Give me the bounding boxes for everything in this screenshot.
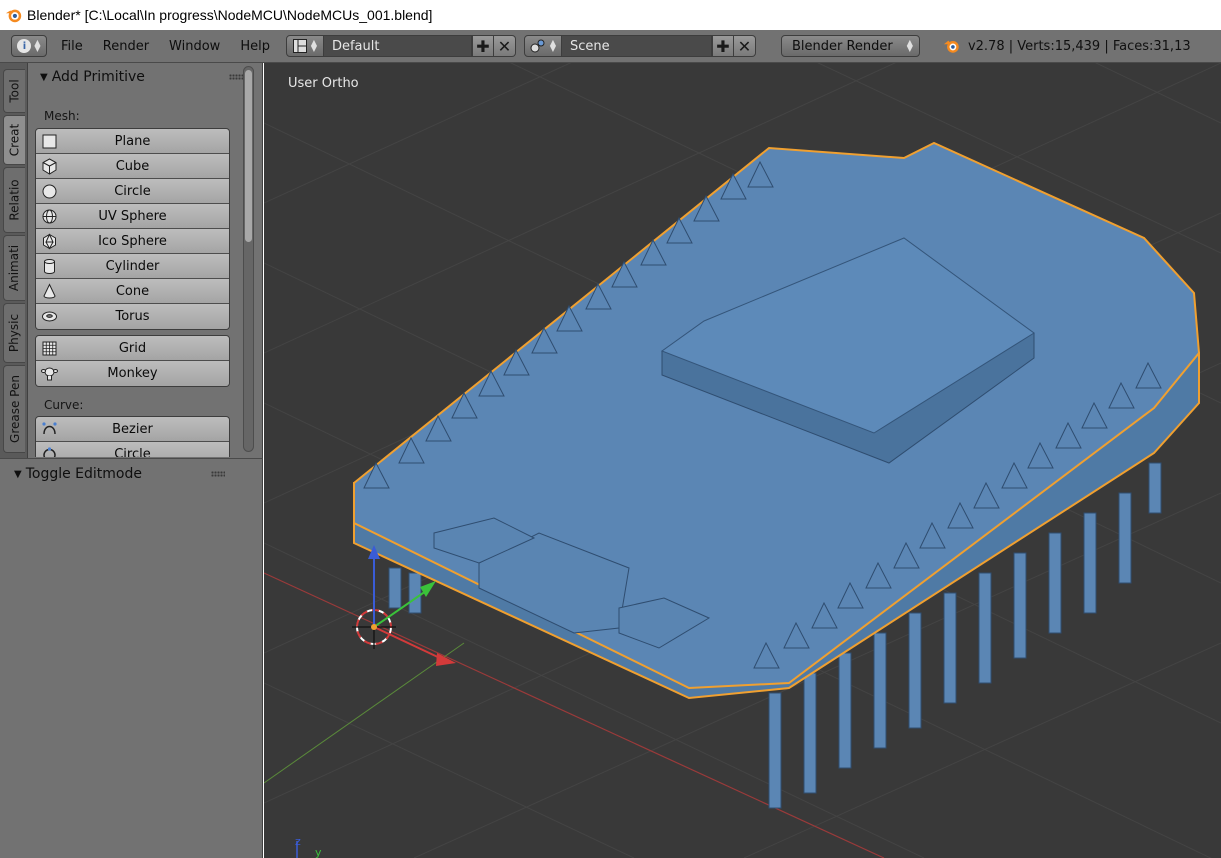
viewport-canvas[interactable]: z y (264, 63, 1221, 858)
tool-shelf: ▼ Add Primitive Mesh: Plane Cube Circle … (28, 63, 263, 458)
render-engine-label: Blender Render (791, 38, 893, 54)
drag-grip-icon[interactable] (229, 74, 243, 80)
add-circle-button[interactable]: Circle (36, 179, 229, 204)
add-layout-button[interactable]: ✚ (471, 35, 494, 57)
plus-icon: ✚ (716, 36, 730, 56)
ico-sphere-icon (43, 233, 56, 250)
view-mode-label: User Ortho (288, 76, 359, 91)
screen-layout-picker: ▲ ▼ Default ✚ ✕ (285, 35, 516, 57)
drag-grip-icon[interactable] (211, 471, 225, 477)
add-cube-button[interactable]: Cube (36, 154, 229, 179)
axis-y-label: y (315, 846, 322, 858)
nodemcu-model[interactable] (353, 141, 1201, 809)
scene-icon (530, 39, 545, 53)
add-cylinder-button[interactable]: Cylinder (36, 254, 229, 279)
screen-layout-field[interactable]: Default (323, 35, 472, 57)
toggle-editmode-panel-header[interactable]: ▼ Toggle Editmode (2, 461, 237, 487)
cylinder-icon (44, 259, 55, 274)
window-title: Blender* [C:\Local\In progress\NodeMCU\N… (27, 7, 433, 23)
add-cone-button[interactable]: Cone (36, 279, 229, 304)
tool-shelf-scrollbar[interactable] (243, 66, 254, 452)
torus-icon (42, 311, 57, 322)
info-header: i ▲ ▼ File Render Window Help ▲ ▼ Default … (0, 30, 1221, 63)
blender-logo-icon (5, 9, 22, 23)
updown-arrows-icon: ▲ ▼ (310, 38, 318, 53)
scene-stats: v2.78 | Verts:15,439 | Faces:31,13 (967, 38, 1191, 54)
menu-help[interactable]: Help (240, 39, 270, 54)
updown-arrows-icon: ▲ ▼ (906, 38, 913, 53)
updown-arrows-icon: ▲ ▼ (549, 38, 557, 53)
add-uv-sphere-button[interactable]: UV Sphere (36, 204, 229, 229)
tab-create[interactable]: Creat (3, 115, 25, 165)
curve-label: Curve: (44, 398, 84, 412)
delete-scene-button[interactable]: ✕ (733, 35, 756, 57)
add-scene-button[interactable]: ✚ (711, 35, 734, 57)
add-torus-button[interactable]: Torus (36, 304, 229, 329)
uv-sphere-icon (42, 209, 57, 224)
grid-icon (42, 341, 57, 356)
curve-buttons-group: Bezier Circle (35, 416, 230, 457)
plus-icon: ✚ (476, 36, 490, 56)
collapse-triangle-icon: ▼ (40, 71, 48, 83)
tab-animation[interactable]: Animati (3, 235, 25, 301)
close-icon: ✕ (497, 36, 512, 56)
info-icon: i (17, 39, 32, 53)
tab-grease-pencil[interactable]: Grease Pen (3, 365, 25, 453)
cone-icon (43, 283, 56, 299)
cube-icon (42, 158, 57, 175)
editor-type-button[interactable]: i ▲ ▼ (11, 35, 47, 57)
window-titlebar: Blender* [C:\Local\In progress\NodeMCU\N… (0, 0, 1221, 30)
add-curve-circle-button[interactable]: Circle (36, 442, 229, 457)
panel-title: Add Primitive (51, 69, 145, 85)
layout-grid-icon (292, 39, 307, 53)
axis-z-label: z (295, 835, 301, 848)
render-engine-select[interactable]: Blender Render ▲ ▼ (780, 35, 920, 57)
monkey-icon (41, 367, 58, 381)
scene-button[interactable]: ▲ ▼ (523, 35, 562, 57)
menu-window[interactable]: Window (169, 39, 220, 54)
close-icon: ✕ (737, 36, 752, 56)
operator-panel: ▼ Toggle Editmode (0, 458, 263, 858)
tab-tool[interactable]: Tool (3, 69, 25, 113)
updown-arrows-icon: ▲ ▼ (34, 38, 41, 53)
view-axes-widget: z y (295, 835, 322, 858)
circle-icon (42, 184, 57, 199)
screen-layout-button[interactable]: ▲ ▼ (285, 35, 324, 57)
tab-relations[interactable]: Relatio (3, 167, 25, 233)
scene-field[interactable]: Scene (561, 35, 712, 57)
mesh-buttons-group: Plane Cube Circle UV Sphere Ico Sphere C… (35, 128, 230, 330)
tool-shelf-tabs: Tool Creat Relatio Animati Physic Grease… (0, 63, 28, 458)
add-monkey-button[interactable]: Monkey (36, 361, 229, 386)
bezier-icon (42, 422, 57, 435)
plane-icon (42, 134, 57, 149)
add-bezier-button[interactable]: Bezier (36, 417, 229, 442)
y-axis-line (264, 642, 465, 784)
curve-circle-icon (43, 447, 56, 457)
add-primitive-panel-header[interactable]: ▼ Add Primitive (28, 64, 263, 90)
scene-picker: ▲ ▼ Scene ✚ ✕ (523, 35, 756, 57)
scrollbar-thumb[interactable] (245, 70, 252, 242)
operator-title: Toggle Editmode (25, 466, 142, 482)
add-plane-button[interactable]: Plane (36, 129, 229, 154)
delete-layout-button[interactable]: ✕ (493, 35, 516, 57)
mesh-label: Mesh: (44, 109, 80, 123)
tab-physics[interactable]: Physic (3, 303, 25, 363)
add-ico-sphere-button[interactable]: Ico Sphere (36, 229, 229, 254)
add-grid-button[interactable]: Grid (36, 336, 229, 361)
menu-file[interactable]: File (61, 39, 83, 54)
menu-render[interactable]: Render (103, 39, 149, 54)
3d-viewport[interactable]: z y User Ortho (264, 63, 1221, 858)
blender-logo-icon (943, 40, 959, 53)
collapse-triangle-icon: ▼ (14, 468, 22, 480)
mesh-buttons-group-2: Grid Monkey (35, 335, 230, 387)
